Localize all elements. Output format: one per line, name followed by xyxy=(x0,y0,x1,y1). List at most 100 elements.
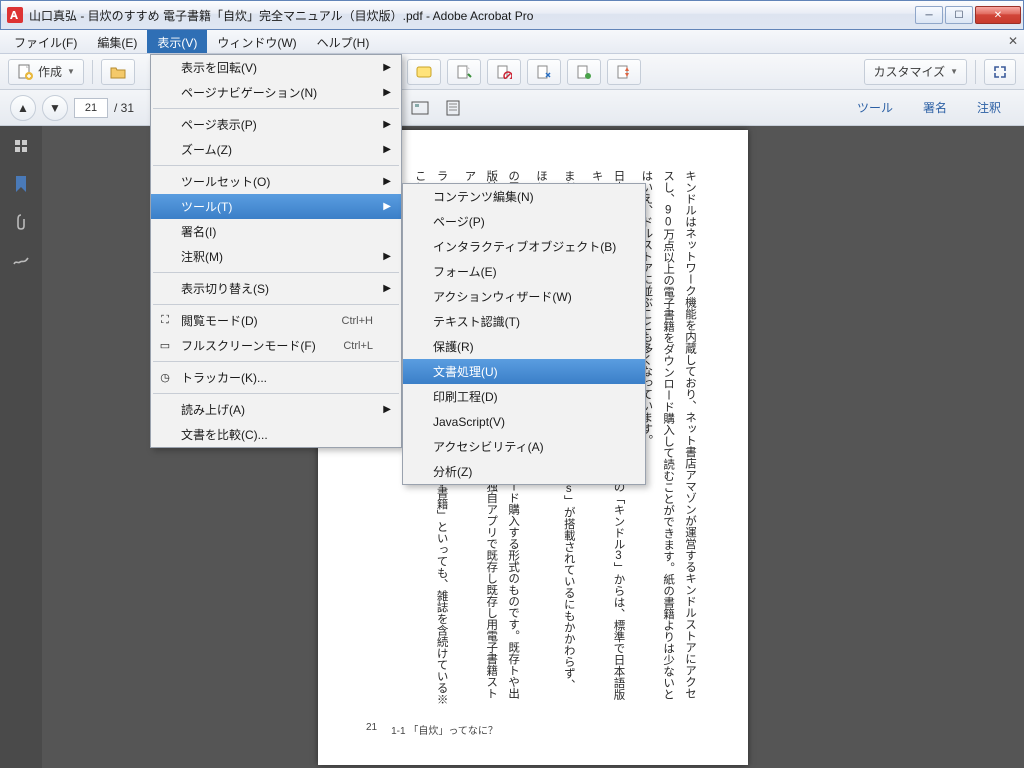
menu-item-label: 表示を回転(V) xyxy=(181,59,257,76)
menu-separator xyxy=(153,393,399,394)
menu-item[interactable]: 署名(I) xyxy=(151,219,401,244)
menu-item-label: コンテンツ編集(N) xyxy=(433,188,534,205)
menu-item-shortcut: Ctrl+L xyxy=(343,340,373,352)
menu-item[interactable]: テキスト認識(T) xyxy=(403,309,645,334)
menu-item-label: ズーム(Z) xyxy=(181,141,232,158)
menu-separator xyxy=(153,108,399,109)
link-sign[interactable]: 署名 xyxy=(910,94,960,121)
menu-help[interactable]: ヘルプ(H) xyxy=(307,30,380,53)
minimize-button[interactable]: ─ xyxy=(915,6,943,24)
tool-icon-1[interactable] xyxy=(407,59,441,85)
menu-item[interactable]: ページナビゲーション(N) ▶ xyxy=(151,80,401,105)
menu-item[interactable]: 注釈(M) ▶ xyxy=(151,244,401,269)
menu-item[interactable]: 表示切り替え(S)▶ xyxy=(151,276,401,301)
menu-item-label: ページナビゲーション(N) xyxy=(181,84,317,101)
menu-view[interactable]: 表示(V) xyxy=(147,30,207,53)
menu-item[interactable]: 文書処理(U) xyxy=(403,359,645,384)
menu-separator xyxy=(153,165,399,166)
separator xyxy=(975,60,976,84)
tool-icon-6[interactable] xyxy=(607,59,641,85)
menu-item[interactable]: ▭ フルスクリーンモード(F) Ctrl+L xyxy=(151,333,401,358)
window-title: 山口真弘 - 目炊のすすめ 電子書籍「自炊」完全マニュアル（目炊版）.pdf -… xyxy=(29,7,915,24)
menu-window[interactable]: ウィンドウ(W) xyxy=(207,30,306,53)
menu-item[interactable]: 文書を比較(C)... xyxy=(151,422,401,447)
menu-item[interactable]: ページ(P) xyxy=(403,209,645,234)
menu-separator xyxy=(153,304,399,305)
menu-item-label: トラッカー(K)... xyxy=(181,369,267,386)
view-icon-2[interactable] xyxy=(440,95,468,121)
link-tools[interactable]: ツール xyxy=(844,94,906,121)
page-section: 1-1 「自炊」ってなに？ xyxy=(391,722,498,737)
view-menu-dropdown: 表示を回転(V)▶ページナビゲーション(N)▶ページ表示(P)▶ズーム(Z)▶ツ… xyxy=(150,54,402,448)
tool-icon-5[interactable] xyxy=(567,59,601,85)
menu-item-icon: ◷ xyxy=(157,371,173,384)
titlebar: 山口真弘 - 目炊のすすめ 電子書籍「自炊」完全マニュアル（目炊版）.pdf -… xyxy=(0,0,1024,30)
menu-item[interactable]: 表示を回転(V) ▶ xyxy=(151,55,401,80)
submenu-arrow-icon: ▶ xyxy=(383,87,391,98)
create-label: 作成 xyxy=(38,63,62,80)
page-number-input[interactable]: 21 xyxy=(74,98,108,118)
menu-item-label: インタラクティブオブジェクト(B) xyxy=(433,238,616,255)
menu-item-label: 読み上げ(A) xyxy=(181,401,245,418)
page-up-button[interactable]: ▲ xyxy=(10,95,36,121)
menu-item[interactable]: コンテンツ編集(N) xyxy=(403,184,645,209)
thumbnails-icon[interactable] xyxy=(11,136,31,156)
attachment-icon[interactable] xyxy=(11,212,31,232)
menu-item[interactable]: アクションウィザード(W) xyxy=(403,284,645,309)
page-footer: 21 1-1 「自炊」ってなに？ xyxy=(366,722,498,737)
menu-item[interactable]: 分析(Z) xyxy=(403,459,645,484)
menu-item[interactable]: 印刷工程(D) xyxy=(403,384,645,409)
page-total: / 31 xyxy=(114,101,134,115)
tool-icon-4[interactable] xyxy=(527,59,561,85)
menu-item-label: 閲覧モード(D) xyxy=(181,312,258,329)
create-button[interactable]: 作成 ▼ xyxy=(8,59,84,85)
submenu-arrow-icon: ▶ xyxy=(383,404,391,415)
menu-item-label: ツールセット(O) xyxy=(181,173,270,190)
menu-item[interactable]: 保護(R) xyxy=(403,334,645,359)
bookmark-icon[interactable] xyxy=(11,174,31,194)
submenu-arrow-icon: ▶ xyxy=(383,144,391,155)
menu-item[interactable]: JavaScript(V) xyxy=(403,409,645,434)
view-icon-1[interactable] xyxy=(406,95,434,121)
customize-button[interactable]: カスタマイズ ▼ xyxy=(864,59,967,85)
menu-item-label: 分析(Z) xyxy=(433,463,472,480)
menu-item[interactable]: ツール(T)▶ xyxy=(151,194,401,219)
close-button[interactable]: ✕ xyxy=(975,6,1021,24)
menubar-close-icon[interactable]: ✕ xyxy=(1008,34,1018,48)
expand-button[interactable] xyxy=(984,59,1016,85)
menu-item-label: 文書を比較(C)... xyxy=(181,426,268,443)
submenu-arrow-icon: ▶ xyxy=(383,62,391,73)
page-down-button[interactable]: ▼ xyxy=(42,95,68,121)
open-button[interactable] xyxy=(101,59,135,85)
menu-file[interactable]: ファイル(F) xyxy=(4,30,87,53)
menu-item[interactable]: 読み上げ(A) ▶ xyxy=(151,397,401,422)
signatures-icon[interactable] xyxy=(11,250,31,270)
menu-item[interactable]: ズーム(Z) ▶ xyxy=(151,137,401,162)
maximize-button[interactable]: ☐ xyxy=(945,6,973,24)
menu-separator xyxy=(153,361,399,362)
menu-item[interactable]: フォーム(E) xyxy=(403,259,645,284)
menu-item[interactable]: ツールセット(O) ▶ xyxy=(151,169,401,194)
customize-label: カスタマイズ xyxy=(873,63,945,80)
menu-item[interactable]: ⛶閲覧モード(D)Ctrl+H xyxy=(151,308,401,333)
menu-edit[interactable]: 編集(E) xyxy=(87,30,147,53)
dropdown-icon: ▼ xyxy=(950,67,958,76)
menu-item-label: フルスクリーンモード(F) xyxy=(181,337,316,354)
menu-separator xyxy=(153,272,399,273)
menu-item-label: 文書処理(U) xyxy=(433,363,498,380)
menu-item[interactable]: インタラクティブオブジェクト(B) xyxy=(403,234,645,259)
create-icon xyxy=(17,64,33,80)
page-number: 21 xyxy=(366,722,377,737)
tool-icon-3[interactable] xyxy=(487,59,521,85)
menu-item-icon: ▭ xyxy=(157,339,173,352)
separator xyxy=(92,60,93,84)
link-comment[interactable]: 注釈 xyxy=(964,94,1014,121)
menu-item[interactable]: ◷ トラッカー(K)... xyxy=(151,365,401,390)
submenu-arrow-icon: ▶ xyxy=(383,251,391,262)
menu-item-label: 注釈(M) xyxy=(181,248,223,265)
submenu-arrow-icon: ▶ xyxy=(383,119,391,130)
tool-icon-2[interactable] xyxy=(447,59,481,85)
menu-item[interactable]: アクセシビリティ(A) xyxy=(403,434,645,459)
menu-item[interactable]: ページ表示(P)▶ xyxy=(151,112,401,137)
submenu-arrow-icon: ▶ xyxy=(383,176,391,187)
